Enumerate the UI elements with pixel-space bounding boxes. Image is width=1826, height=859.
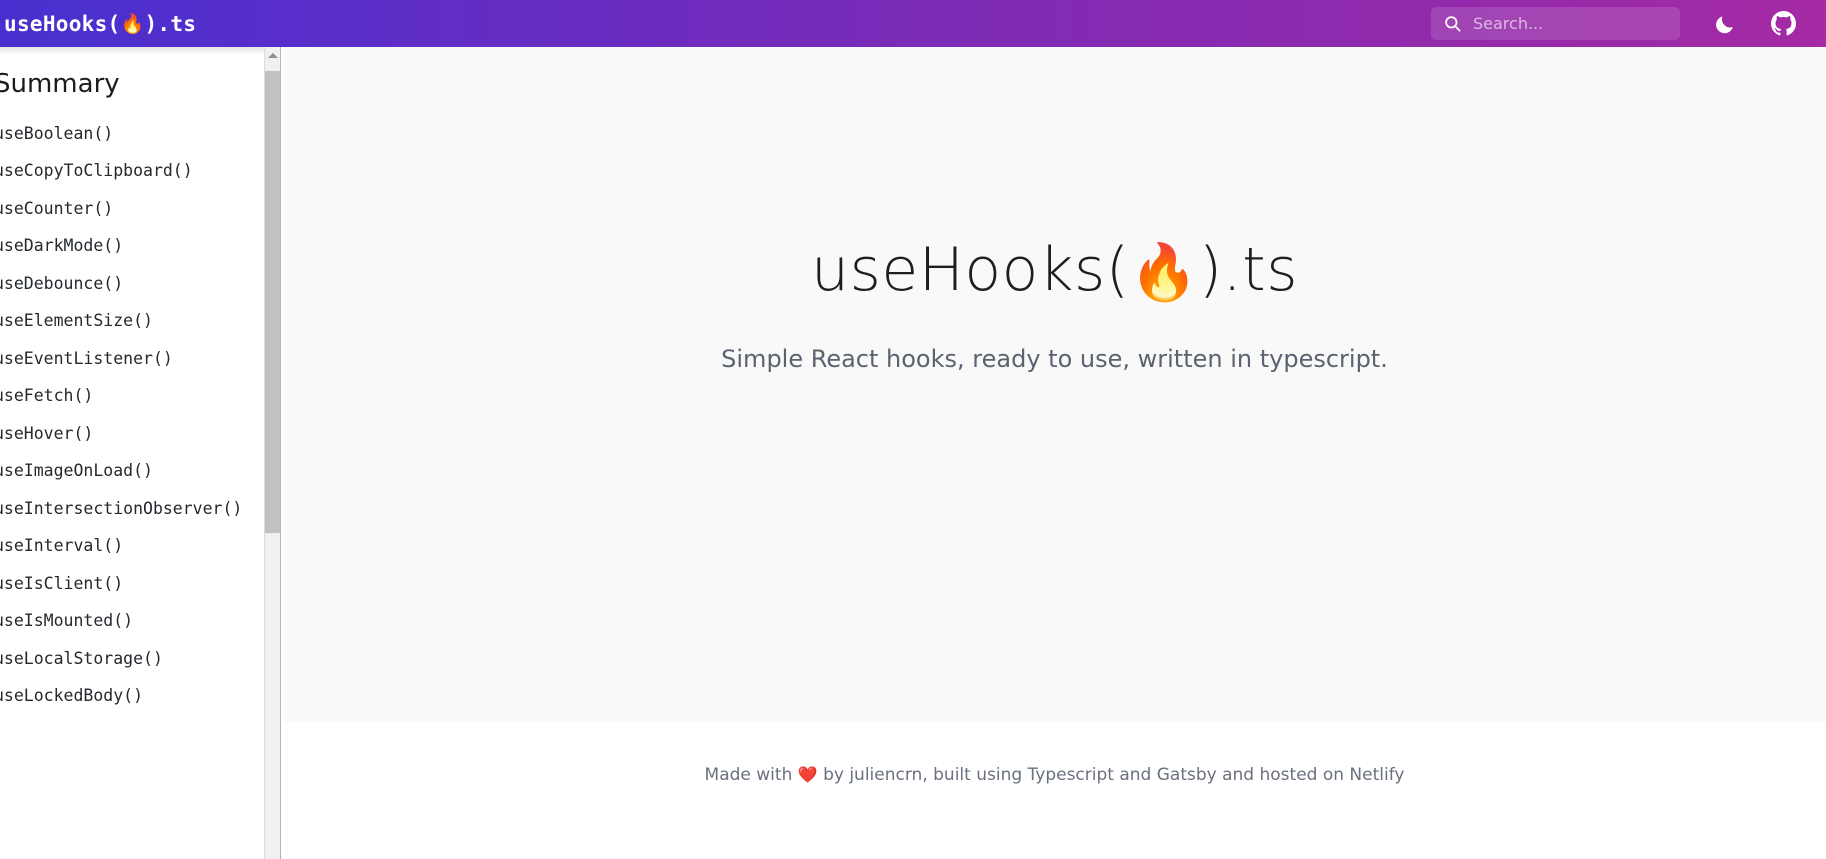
sidebar-item-usefetch[interactable]: useFetch() (0, 378, 264, 416)
sidebar-scrollbar[interactable] (264, 47, 281, 859)
sidebar-item-usecounter[interactable]: useCounter() (0, 190, 264, 228)
search-input[interactable] (1473, 14, 1668, 33)
sidebar-item-uselocalstorage[interactable]: useLocalStorage() (0, 640, 264, 678)
heart-icon: ❤️ (797, 765, 818, 784)
sidebar: Summary useBoolean() useCopyToClipboard(… (0, 47, 264, 859)
scrollbar-track[interactable] (265, 533, 280, 859)
site-header: useHooks( 🔥 ).ts (0, 0, 1826, 47)
footer-suffix: by juliencrn, built using Typescript and… (817, 765, 1405, 785)
footer-text: Made with ❤️ by juliencrn, built using T… (705, 765, 1405, 785)
sidebar-item-usedarkmode[interactable]: useDarkMode() (0, 228, 264, 266)
main-content: useHooks( 🔥 ).ts Simple React hooks, rea… (283, 47, 1826, 859)
sidebar-item-uselockedbody[interactable]: useLockedBody() (0, 678, 264, 716)
github-link-button[interactable] (1766, 7, 1800, 41)
fire-emoji-icon: 🔥 (120, 13, 145, 35)
sidebar-item-useismounted[interactable]: useIsMounted() (0, 603, 264, 641)
sidebar-content: Summary useBoolean() useCopyToClipboard(… (0, 47, 264, 715)
sidebar-item-usehover[interactable]: useHover() (0, 415, 264, 453)
moon-icon (1716, 15, 1733, 33)
dark-mode-toggle-button[interactable] (1708, 7, 1742, 41)
search-icon (1445, 16, 1461, 32)
hero-section: useHooks( 🔥 ).ts Simple React hooks, rea… (283, 47, 1826, 722)
scrollbar-thumb[interactable] (265, 71, 280, 533)
sidebar-heading: Summary (0, 69, 120, 99)
sidebar-item-useimageonload[interactable]: useImageOnLoad() (0, 453, 264, 491)
site-footer: Made with ❤️ by juliencrn, built using T… (283, 722, 1826, 859)
header-title-text: useHooks( (4, 11, 121, 36)
sidebar-item-useeventlistener[interactable]: useEventListener() (0, 340, 264, 378)
fire-emoji-icon: 🔥 (1129, 239, 1199, 304)
sidebar-item-useinterval[interactable]: useInterval() (0, 528, 264, 566)
hero-title-text: useHooks( (811, 235, 1130, 305)
github-icon (1770, 11, 1796, 36)
sidebar-item-useintersectionobserver[interactable]: useIntersectionObserver() (0, 490, 264, 528)
chevron-up-icon (267, 53, 278, 58)
sidebar-item-useboolean[interactable]: useBoolean() (0, 115, 264, 153)
sidebar-item-usedebounce[interactable]: useDebounce() (0, 265, 264, 303)
hero-title-suffix: ).ts (1198, 235, 1298, 305)
header-title-suffix: ).ts (144, 11, 197, 36)
page-subtitle: Simple React hooks, ready to use, writte… (721, 345, 1388, 373)
scroll-up-button[interactable] (265, 47, 280, 64)
page-title: useHooks( 🔥 ).ts (811, 237, 1298, 303)
header-logo-title[interactable]: useHooks( 🔥 ).ts (4, 12, 196, 36)
sidebar-item-useisclient[interactable]: useIsClient() (0, 565, 264, 603)
sidebar-item-usecopytoclipboard[interactable]: useCopyToClipboard() (0, 153, 264, 191)
sidebar-item-useelementsize[interactable]: useElementSize() (0, 303, 264, 341)
footer-prefix: Made with (704, 765, 798, 785)
search-box[interactable] (1431, 7, 1680, 40)
